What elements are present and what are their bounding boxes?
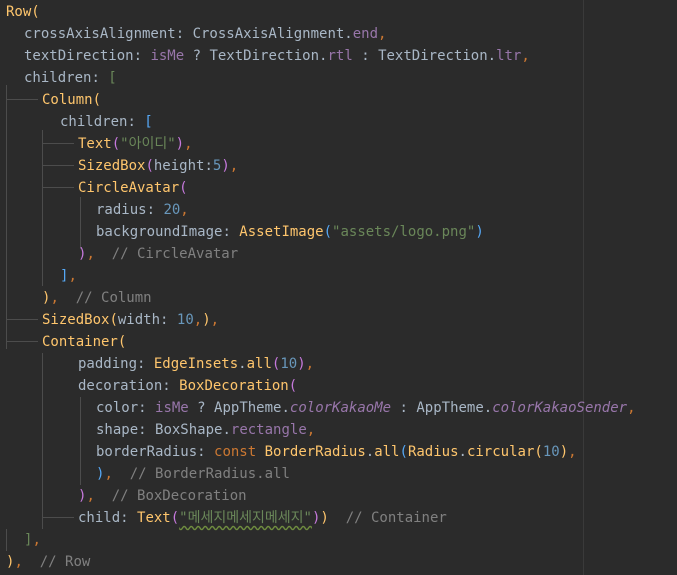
code-line[interactable]: radius: 20, [96,199,189,221]
token-class: BorderRadius [264,444,366,460]
token-class: Radius [407,444,459,460]
token-number: 10 [176,312,194,328]
indent-guide [42,187,74,188]
token-enum: rtl [327,48,353,64]
token-enum: end [352,26,379,42]
token-property: children [24,70,92,86]
token-comment: // Column [75,290,152,306]
right-margin-guide [583,0,584,575]
token-type: AppTheme [214,400,282,416]
token-property: padding [78,356,138,372]
code-line[interactable]: SizedBox(width: 10,), [42,309,219,331]
code-line[interactable]: ), // CircleAvatar [78,243,238,265]
token-enum: ltr [496,48,522,64]
indent-guide [42,517,74,518]
token-string: "메세지메세지메세지" [179,510,312,526]
token-comment: // CircleAvatar [111,246,239,262]
token-class: EdgeInsets [153,356,239,372]
token-enum: rectangle [230,422,307,438]
token-comment: // BoxDecoration [111,488,247,504]
token-property: color [96,400,139,416]
indent-guide [42,165,74,166]
code-line[interactable]: children: [ [60,111,153,133]
code-line[interactable]: padding: EdgeInsets.all(10), [78,353,314,375]
token-property: children [60,114,128,130]
code-line[interactable]: backgroundImage: AssetImage("assets/logo… [96,221,484,243]
token-property: child [78,510,121,526]
code-line[interactable]: ], [24,529,41,551]
indent-guide [6,529,7,551]
code-line[interactable]: SizedBox(height:5), [78,155,238,177]
code-line[interactable]: Container( [42,331,126,353]
token-keyword: const [214,444,257,460]
token-variable: isMe [150,48,185,64]
token-class: CircleAvatar [78,180,180,196]
token-class: Row [6,4,32,20]
token-property: decoration [78,378,163,394]
token-variable: isMe [155,400,189,416]
token-static-field: colorKakaoMe [289,400,392,416]
indent-guide [42,353,43,529]
code-line[interactable]: ), // Row [6,551,90,573]
indent-guide [42,143,74,144]
indent-guide [80,397,81,485]
token-string: "assets/logo.png" [332,224,476,240]
token-property: radius [96,202,147,218]
code-line[interactable]: child: Text("메세지메세지메세지")) // Container [78,507,447,529]
token-method: all [246,356,272,372]
token-property: textDirection [24,48,134,64]
token-type: TextDirection [378,48,488,64]
token-number: 20 [163,202,181,218]
token-property: height [153,158,205,174]
token-comment: // BorderRadius.all [129,466,290,482]
token-property: width [117,312,161,328]
code-line[interactable]: borderRadius: const BorderRadius.all(Rad… [96,441,577,463]
token-type: CrossAxisAlignment [192,26,345,42]
indent-guide [6,99,38,100]
indent-guide [6,319,38,320]
code-line[interactable]: textDirection: isMe ? TextDirection.rtl … [24,45,530,67]
code-line[interactable]: Column( [42,89,101,111]
token-class: SizedBox [78,158,146,174]
token-class: SizedBox [42,312,110,328]
token-class: Column [42,92,93,108]
indent-guide [6,85,7,349]
code-line[interactable]: CircleAvatar( [78,177,188,199]
code-line[interactable]: Row( [6,1,40,23]
token-number: 10 [280,356,298,372]
token-method: circular [466,444,535,460]
code-line[interactable]: ], [60,265,77,287]
token-comment: // Container [345,510,447,526]
token-property: backgroundImage [96,224,223,240]
token-property: borderRadius [96,444,198,460]
code-editor[interactable]: Row( crossAxisAlignment: CrossAxisAlignm… [0,0,677,575]
code-line[interactable]: crossAxisAlignment: CrossAxisAlignment.e… [24,23,386,45]
code-line[interactable]: decoration: BoxDecoration( [78,375,297,397]
indent-guide [6,341,38,342]
token-number: 10 [542,444,560,460]
code-line[interactable]: children: [ [24,67,117,89]
indent-guide [42,130,43,286]
token-property: crossAxisAlignment [24,26,176,42]
token-type: BoxShape [155,422,223,438]
code-line[interactable]: shape: BoxShape.rectangle, [96,419,315,441]
token-class: Text [137,510,171,526]
token-comment: // Row [39,554,91,570]
code-line[interactable]: ), // BoxDecoration [78,485,247,507]
code-line[interactable]: ), // Column [42,287,152,309]
token-class: BoxDecoration [179,378,289,394]
indent-guide [80,197,81,249]
token-class: Text [78,136,112,152]
token-class: AssetImage [239,224,324,240]
token-property: shape [96,422,139,438]
code-line[interactable]: color: isMe ? AppTheme.colorKakaoMe : Ap… [96,397,636,419]
token-static-field: colorKakaoSender [492,400,628,416]
token-type: AppTheme [416,400,484,416]
token-method: all [374,444,400,460]
token-string: "아이디" [120,136,176,152]
token-type: TextDirection [209,48,320,64]
code-line[interactable]: ), // BorderRadius.all [96,463,290,485]
code-line[interactable]: Text("아이디"), [78,133,193,155]
token-class: Container [42,334,118,350]
